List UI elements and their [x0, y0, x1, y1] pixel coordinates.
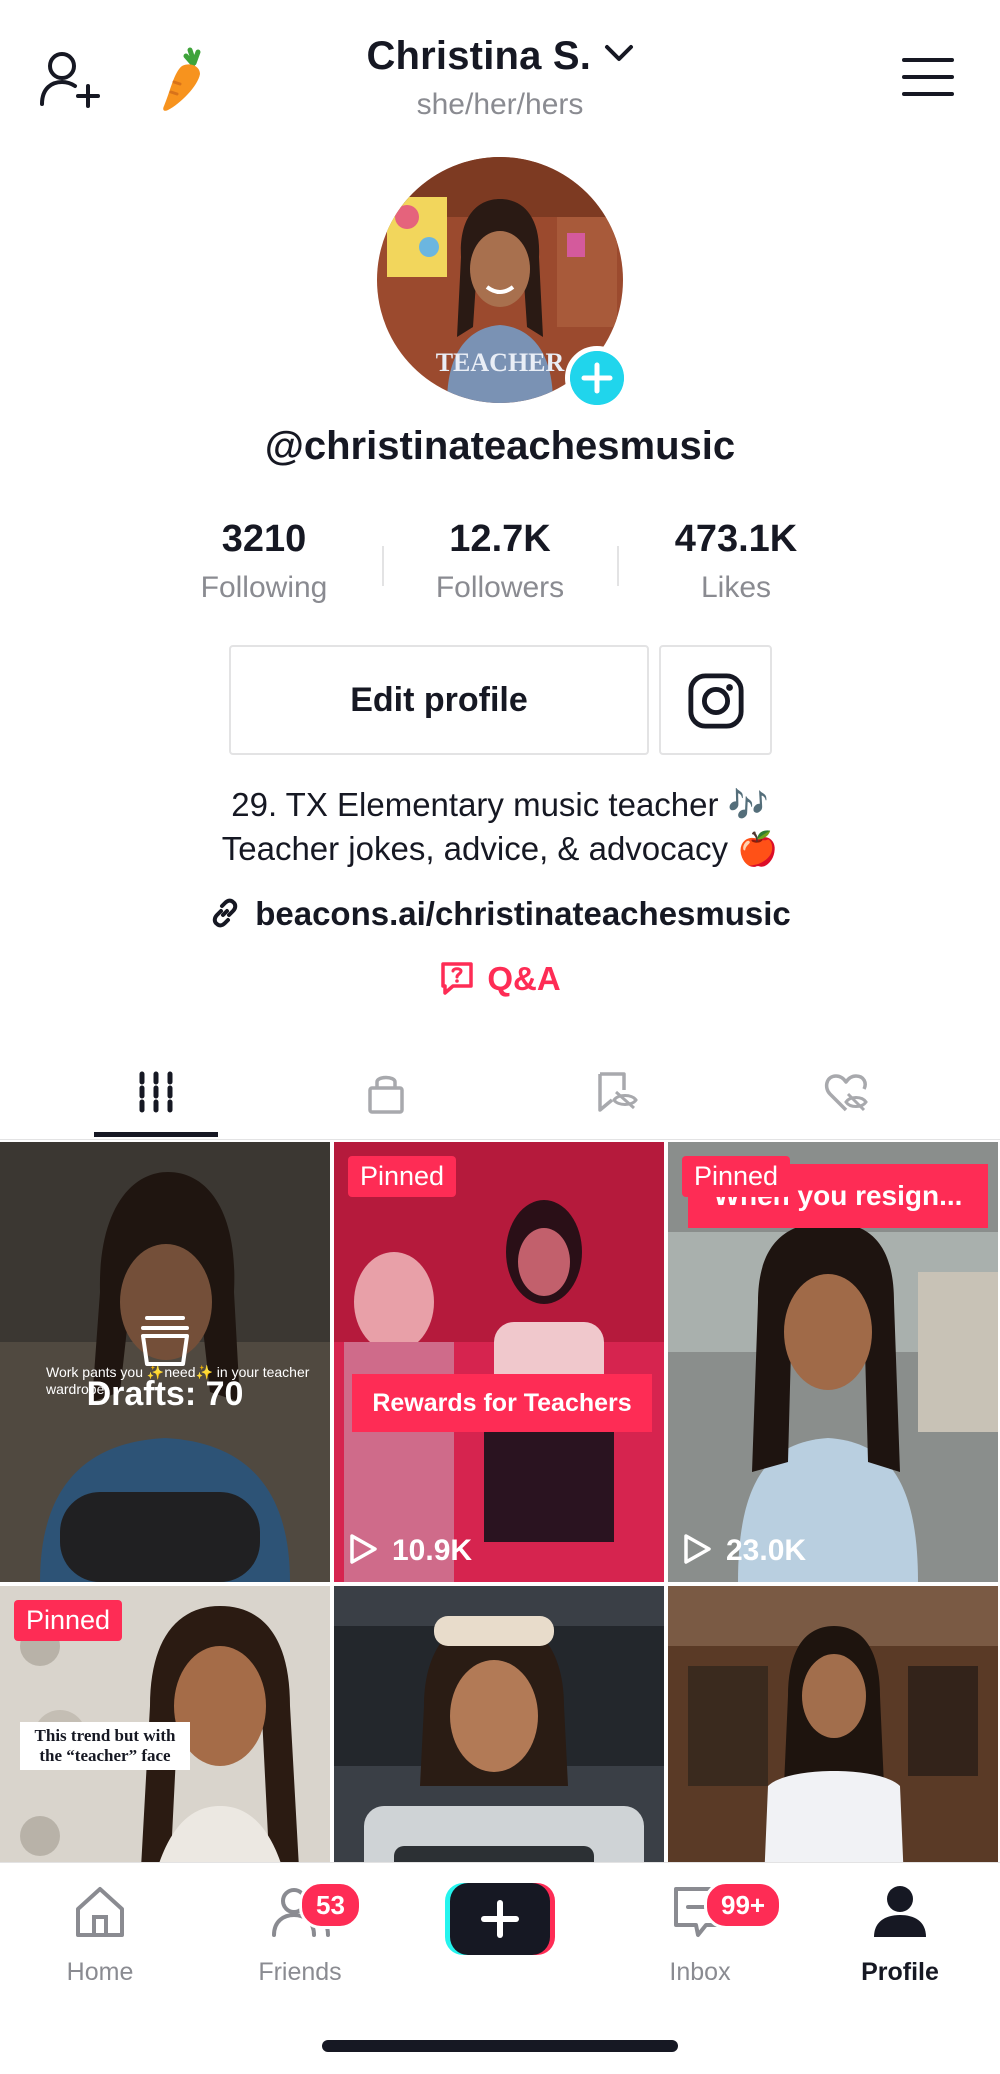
tab-hidden-reposts[interactable] [491, 1040, 741, 1140]
chevron-down-icon[interactable] [604, 44, 634, 64]
lock-icon [368, 1075, 404, 1114]
nav-home[interactable]: Home [0, 1863, 200, 2013]
nav-create[interactable] [400, 1863, 600, 2013]
play-icon [350, 1534, 377, 1564]
inbox-badge: 99+ [704, 1881, 783, 1929]
view-count: 23.0K [682, 1534, 806, 1568]
instagram-button[interactable] [659, 645, 772, 755]
tab-private[interactable] [261, 1040, 511, 1140]
create-plus-icon [445, 1883, 555, 1955]
drafts-count: Drafts: 70 [86, 1375, 244, 1413]
nav-friends-label: Friends [258, 1958, 342, 1986]
nav-inbox-label: Inbox [669, 1958, 731, 1986]
video-overlay-text: Rewards for Teachers [352, 1374, 652, 1432]
tab-videos[interactable] [31, 1040, 281, 1140]
stat-divider [617, 546, 619, 586]
pronouns: she/her/hers [416, 88, 584, 121]
view-count-value: 23.0K [726, 1534, 807, 1567]
view-count-value: 10.9K [392, 1534, 473, 1567]
qa-icon [441, 962, 474, 996]
grid-icon [139, 1071, 173, 1113]
qa-button[interactable]: Q&A [0, 960, 1000, 998]
video-tile[interactable] [334, 1586, 664, 1862]
stat-likes-value: 473.1K [674, 518, 798, 560]
stat-following[interactable]: 3210 Following [164, 518, 364, 605]
stat-following-value: 3210 [221, 518, 307, 560]
stat-followers-label: Followers [435, 571, 565, 604]
view-count: 10.9K [348, 1534, 472, 1568]
stat-divider [382, 546, 384, 586]
bio-line-2: Teacher jokes, advice, & advocacy 🍎 [221, 830, 779, 867]
nav-home-label: Home [66, 1958, 134, 1986]
nav-profile-label: Profile [861, 1958, 939, 1986]
username: @christinateachesmusic [264, 424, 736, 468]
video-thumbnail [668, 1586, 998, 1862]
nav-inbox[interactable]: 99+ Inbox [600, 1863, 800, 2013]
account-switcher[interactable]: Christina S. [0, 34, 1000, 79]
profile-icon [874, 1886, 926, 1937]
home-indicator [322, 2040, 678, 2052]
stat-likes[interactable]: 473.1K Likes [636, 518, 836, 605]
qa-label[interactable]: Q&A [487, 960, 560, 997]
instagram-icon [688, 673, 744, 729]
bio-line-1: 29. TX Elementary music teacher 🎶 [231, 786, 769, 823]
profile-link-text[interactable]: beacons.ai/christinateachesmusic [255, 895, 791, 932]
link-icon [212, 898, 238, 928]
edit-profile-button[interactable]: Edit profile [229, 645, 649, 755]
bookmark-hidden-icon [598, 1072, 638, 1112]
stat-following-label: Following [200, 571, 328, 604]
avatar-shirt-text: TEACHER [436, 348, 565, 377]
stat-followers[interactable]: 12.7K Followers [400, 518, 600, 605]
stat-likes-label: Likes [700, 571, 772, 604]
heart-hidden-icon [824, 1074, 868, 1112]
video-thumbnail [334, 1142, 664, 1582]
nav-profile[interactable]: Profile [800, 1863, 1000, 2013]
profile-tabs [0, 1040, 1000, 1140]
tab-hidden-likes[interactable] [721, 1040, 971, 1140]
video-tile[interactable]: When you resign... Pinned 23.0K [668, 1142, 998, 1582]
friends-badge: 53 [299, 1881, 362, 1929]
add-avatar-plus-icon[interactable] [565, 346, 629, 410]
hamburger-menu-icon[interactable] [902, 56, 954, 98]
play-icon [684, 1534, 711, 1564]
drafts-icon [141, 1316, 189, 1366]
video-tile[interactable]: Rewards for Teachers Pinned 10.9K [334, 1142, 664, 1582]
pinned-badge: Pinned [682, 1156, 791, 1197]
stat-followers-value: 12.7K [449, 518, 551, 560]
video-thumbnail [334, 1586, 664, 1862]
profile-header: Christina S. she/her/hers [0, 0, 1000, 140]
pinned-badge: Pinned [14, 1600, 123, 1641]
drafts-overlay: Drafts: 70 [0, 1312, 330, 1414]
video-overlay-text: This trend but with the “teacher” face [20, 1722, 190, 1770]
active-tab-indicator [94, 1132, 218, 1137]
nav-friends[interactable]: 53 Friends [200, 1863, 400, 2013]
home-icon [76, 1887, 124, 1937]
display-name[interactable]: Christina S. [366, 34, 591, 79]
pinned-badge: Pinned [348, 1156, 457, 1197]
drafts-tile[interactable]: Work pants you ✨need✨ in your teacher wa… [0, 1142, 330, 1582]
profile-link[interactable]: beacons.ai/christinateachesmusic [0, 895, 1000, 933]
video-tile[interactable] [668, 1586, 998, 1862]
